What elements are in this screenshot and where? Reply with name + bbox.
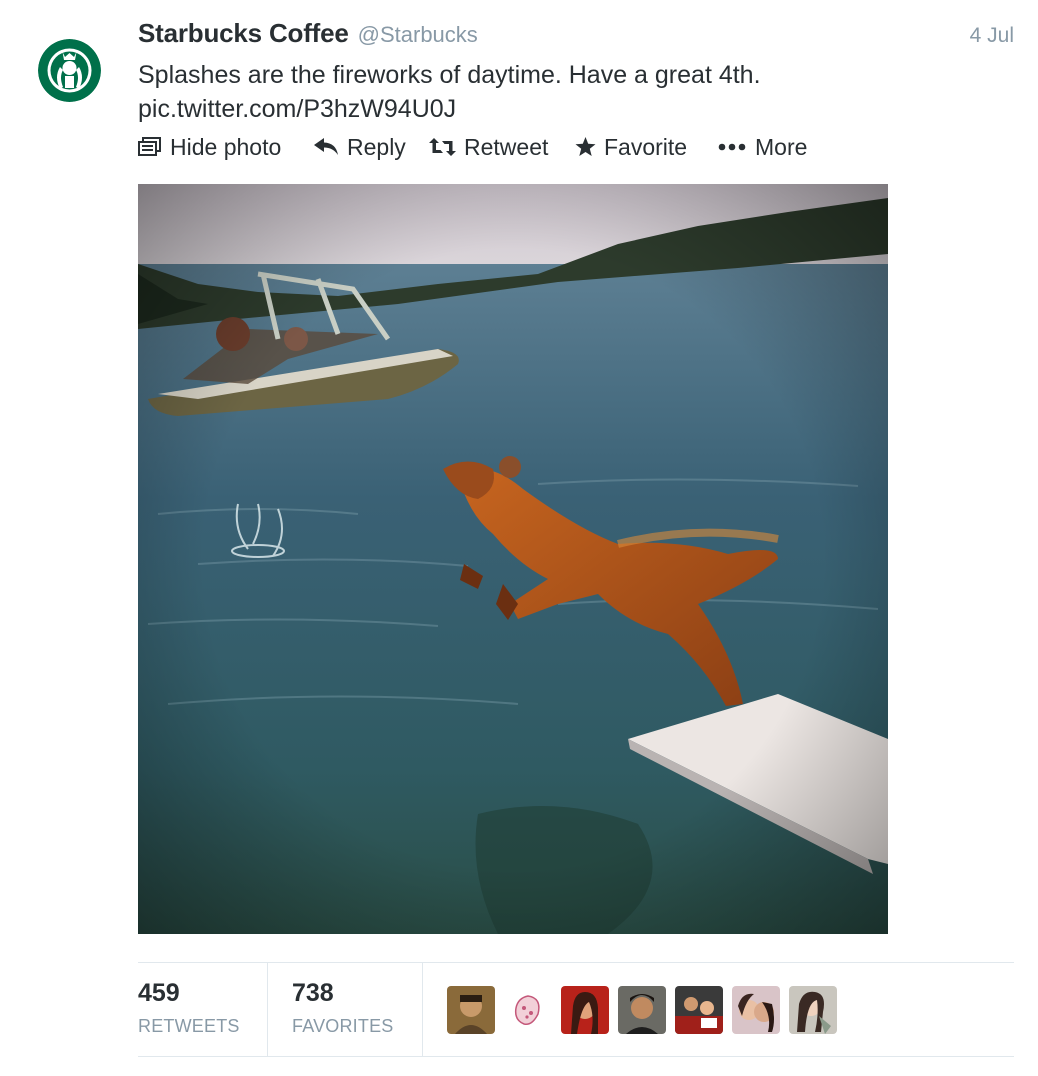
- tweet-actions: Hide photo Reply Retweet Favorite More: [138, 130, 807, 164]
- stats-divider: [422, 963, 423, 1056]
- ellipsis-icon: [717, 143, 747, 151]
- photo-frame-icon: [138, 137, 162, 157]
- tweet-text-line: Splashes are the fireworks of daytime. H…: [138, 61, 761, 89]
- author-name[interactable]: Starbucks Coffee: [138, 18, 349, 49]
- dog-jumping-lake-photo: [138, 184, 888, 934]
- favorite-button[interactable]: Favorite: [575, 134, 717, 161]
- favoriter-avatar[interactable]: [789, 986, 837, 1034]
- favorite-label: Favorite: [604, 133, 688, 160]
- favorites-count: 738: [292, 979, 334, 1007]
- tweet-photo[interactable]: [138, 184, 888, 934]
- retweet-label: Retweet: [464, 133, 549, 160]
- favoriter-avatar[interactable]: [675, 986, 723, 1034]
- hide-photo-button[interactable]: Hide photo: [138, 134, 314, 161]
- author-handle[interactable]: @Starbucks: [358, 22, 478, 48]
- favoriter-avatar[interactable]: [447, 986, 495, 1034]
- favorites-label: FAVORITES: [292, 1016, 394, 1036]
- retweet-icon: [429, 138, 456, 156]
- reply-label: Reply: [347, 133, 406, 160]
- favoriter-avatar[interactable]: [561, 986, 609, 1034]
- more-button[interactable]: More: [717, 134, 807, 161]
- favoriter-avatar[interactable]: [732, 986, 780, 1034]
- retweets-stat[interactable]: 459 RETWEETS: [138, 963, 266, 1056]
- favoriter-avatars: [447, 986, 846, 1034]
- favoriter-avatar[interactable]: [504, 986, 552, 1034]
- reply-button[interactable]: Reply: [314, 134, 429, 161]
- tweet-header: Starbucks Coffee @Starbucks: [138, 18, 478, 54]
- stats-top-border: [138, 962, 1014, 963]
- hide-photo-label: Hide photo: [170, 133, 282, 160]
- more-label: More: [755, 133, 808, 160]
- tweet-timestamp[interactable]: 4 Jul: [970, 24, 1014, 48]
- tweet-photo-link[interactable]: pic.twitter.com/P3hzW94U0J: [138, 95, 456, 123]
- retweets-count: 459: [138, 979, 180, 1007]
- stats-divider: [267, 963, 268, 1056]
- favoriter-avatar[interactable]: [618, 986, 666, 1034]
- star-icon: [575, 137, 596, 157]
- starbucks-logo-icon: [38, 39, 101, 102]
- retweet-button[interactable]: Retweet: [429, 134, 575, 161]
- tweet-text: Splashes are the fireworks of daytime. H…: [138, 58, 998, 126]
- reply-arrow-icon: [314, 138, 339, 156]
- favorites-stat[interactable]: 738 FAVORITES: [292, 963, 422, 1056]
- stats-bottom-border: [138, 1056, 1014, 1057]
- author-avatar[interactable]: [38, 39, 101, 102]
- retweets-label: RETWEETS: [138, 1016, 240, 1036]
